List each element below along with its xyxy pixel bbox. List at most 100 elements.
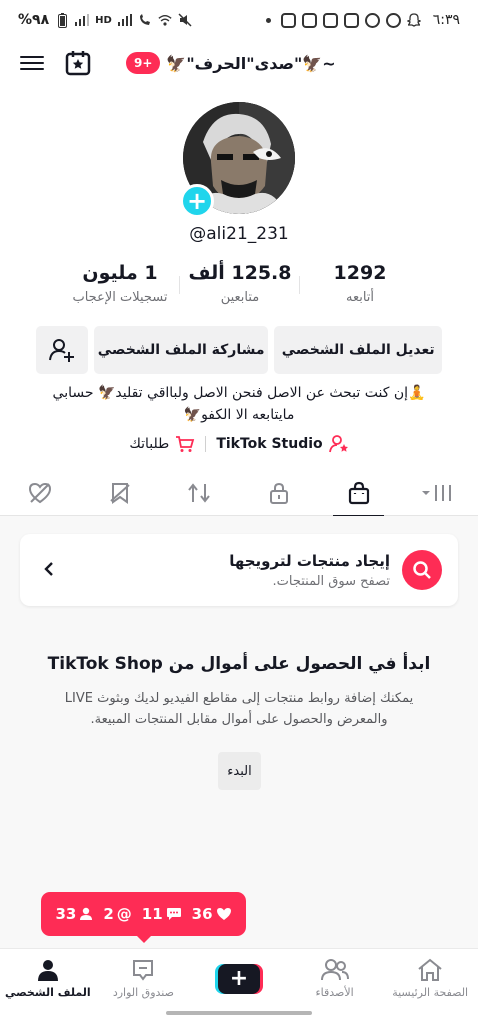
home-indicator[interactable] — [166, 1011, 312, 1015]
nav-home[interactable]: الصفحة الرئيسية — [382, 949, 478, 1009]
nav-inbox[interactable]: صندوق الوارد — [96, 949, 192, 1009]
person-filled-icon — [37, 960, 58, 981]
tab-liked[interactable] — [0, 470, 80, 516]
shop-headline: ابدأ في الحصول على أموال من TikTok Shop — [47, 654, 431, 674]
at-icon: @ — [116, 905, 132, 923]
find-products-card[interactable]: إيجاد منتجات لترويجها تصفح سوق المنتجات. — [20, 534, 458, 606]
instagram-icon-4 — [343, 12, 359, 28]
search-icon — [402, 550, 442, 590]
username: @ali21_231 — [189, 224, 289, 244]
stat-value: 125.8 ألف — [188, 262, 292, 284]
mute-icon — [178, 13, 192, 27]
heart-icon — [216, 908, 231, 920]
nav-profile[interactable]: الملف الشخصي — [0, 949, 96, 1009]
add-photo-button[interactable]: + — [180, 184, 214, 218]
followers-value: 33 — [55, 905, 77, 923]
comments-count: 11 — [142, 905, 182, 923]
followers-count: 33 — [55, 905, 93, 923]
stat-value: 1 مليون — [82, 262, 158, 284]
signal-icon — [75, 13, 90, 27]
add-friend-button[interactable] — [35, 326, 88, 374]
nav-label: الصفحة الرئيسية — [392, 986, 469, 999]
nav-label: الملف الشخصي — [4, 986, 91, 999]
tab-reposts[interactable] — [159, 470, 239, 516]
promo-subtitle: تصفح سوق المنتجات. — [272, 573, 390, 589]
bio-line: مايتابعه الا الكفو🦅 — [183, 407, 295, 423]
tab-shop[interactable] — [319, 470, 399, 517]
whatsapp-icon — [385, 12, 401, 28]
status-left: %٩٨ HD — [18, 12, 192, 28]
shop-description: يمكنك إضافة روابط منتجات إلى مقاطع الفيد… — [64, 691, 414, 727]
wifi-icon — [158, 13, 172, 27]
stat-followers[interactable]: 125.8 ألف متابعين — [180, 262, 300, 305]
status-bar: %٩٨ HD ٦:٣٩ — [0, 0, 478, 40]
grid-dropdown-icon — [422, 484, 452, 501]
studio-label: TikTok Studio — [216, 436, 323, 452]
tab-private[interactable] — [239, 470, 319, 516]
promo-text: إيجاد منتجات لترويجها تصفح سوق المنتجات. — [56, 552, 390, 589]
bookmark-hidden-icon — [109, 482, 130, 504]
bottom-navigation: الملف الشخصي صندوق الوارد + الأصدقاء الص… — [0, 948, 478, 1008]
profile-links: TikTok Studio طلباتك — [0, 435, 478, 453]
repost-icon — [188, 482, 210, 503]
clock: ٦:٣٩ — [432, 12, 460, 28]
promo-title: إيجاد منتجات لترويجها — [229, 551, 390, 570]
profile-actions: تعديل الملف الشخصي مشاركة الملف الشخصي — [35, 326, 442, 374]
orders-link[interactable]: طلباتك — [129, 435, 195, 453]
stat-label: تسجيلات الإعجاب — [72, 290, 168, 305]
tab-videos[interactable] — [398, 470, 478, 516]
account-switcher[interactable]: 9+ 🦅"صدى"الحرف"🦅~ — [126, 52, 336, 74]
stat-value: 1292 — [333, 262, 387, 284]
cart-icon — [176, 436, 195, 452]
stat-label: أتابعه — [345, 290, 375, 305]
signal-icon-2 — [117, 13, 132, 27]
content-tabs — [0, 470, 478, 517]
home-icon — [418, 958, 442, 981]
nav-create[interactable]: + — [191, 949, 287, 1009]
messenger-icon — [364, 12, 380, 28]
lock-icon — [269, 482, 288, 504]
share-profile-button[interactable]: مشاركة الملف الشخصي — [93, 326, 269, 374]
top-bar: 9+ 🦅"صدى"الحرف"🦅~ — [0, 40, 478, 86]
edit-profile-button[interactable]: تعديل الملف الشخصي — [274, 326, 442, 374]
start-button[interactable]: البدء — [218, 752, 261, 790]
shopping-bag-icon — [348, 481, 369, 504]
shop-panel: إيجاد منتجات لترويجها تصفح سوق المنتجات.… — [0, 516, 478, 948]
comment-icon — [166, 908, 181, 920]
battery-percent: %٩٨ — [18, 12, 50, 28]
create-plus-icon: + — [214, 963, 263, 994]
comments-value: 11 — [141, 905, 163, 923]
likes-value: 36 — [191, 905, 213, 923]
tab-favorites[interactable] — [80, 470, 160, 516]
wifi-calling-icon — [138, 13, 152, 27]
mentions-count: 2 @ — [103, 905, 131, 923]
chevron-left-icon — [36, 558, 56, 582]
battery-icon — [55, 12, 69, 28]
likes-count: 36 — [192, 905, 232, 923]
nav-friends[interactable]: الأصدقاء — [287, 949, 383, 1009]
status-right: ٦:٣٩ — [265, 12, 460, 28]
snapchat-icon — [406, 13, 421, 27]
person-icon — [80, 907, 93, 920]
inbox-icon — [133, 960, 154, 981]
orders-label: طلباتك — [129, 436, 170, 452]
add-person-icon — [48, 339, 74, 362]
stat-following[interactable]: 1292 أتابعه — [300, 262, 420, 305]
friends-icon — [320, 959, 349, 981]
tiktok-studio-link[interactable]: TikTok Studio — [216, 435, 348, 453]
activity-notification-bubble[interactable]: 36 11 2 @ 33 — [41, 892, 246, 943]
mentions-value: 2 — [103, 905, 114, 923]
menu-icon[interactable] — [18, 49, 46, 77]
dot-icon — [265, 17, 271, 23]
instagram-icon-3 — [322, 12, 338, 28]
nav-label: الأصدقاء — [315, 986, 354, 999]
profile-stats: 1292 أتابعه 125.8 ألف متابعين 1 مليون تس… — [60, 262, 420, 305]
calendar-star-icon[interactable] — [64, 49, 92, 77]
profile-bio: 🧘إن كنت تبحث عن الاصل فنحن الاصل ولبااقي… — [30, 382, 448, 426]
nav-label: صندوق الوارد — [112, 986, 174, 999]
bio-line: 🧘إن كنت تبحث عن الاصل فنحن الاصل ولبااقي… — [52, 385, 426, 401]
stat-likes[interactable]: 1 مليون تسجيلات الإعجاب — [60, 262, 180, 305]
network-label: HD — [95, 14, 112, 26]
studio-person-icon — [328, 435, 348, 453]
divider — [205, 436, 207, 452]
